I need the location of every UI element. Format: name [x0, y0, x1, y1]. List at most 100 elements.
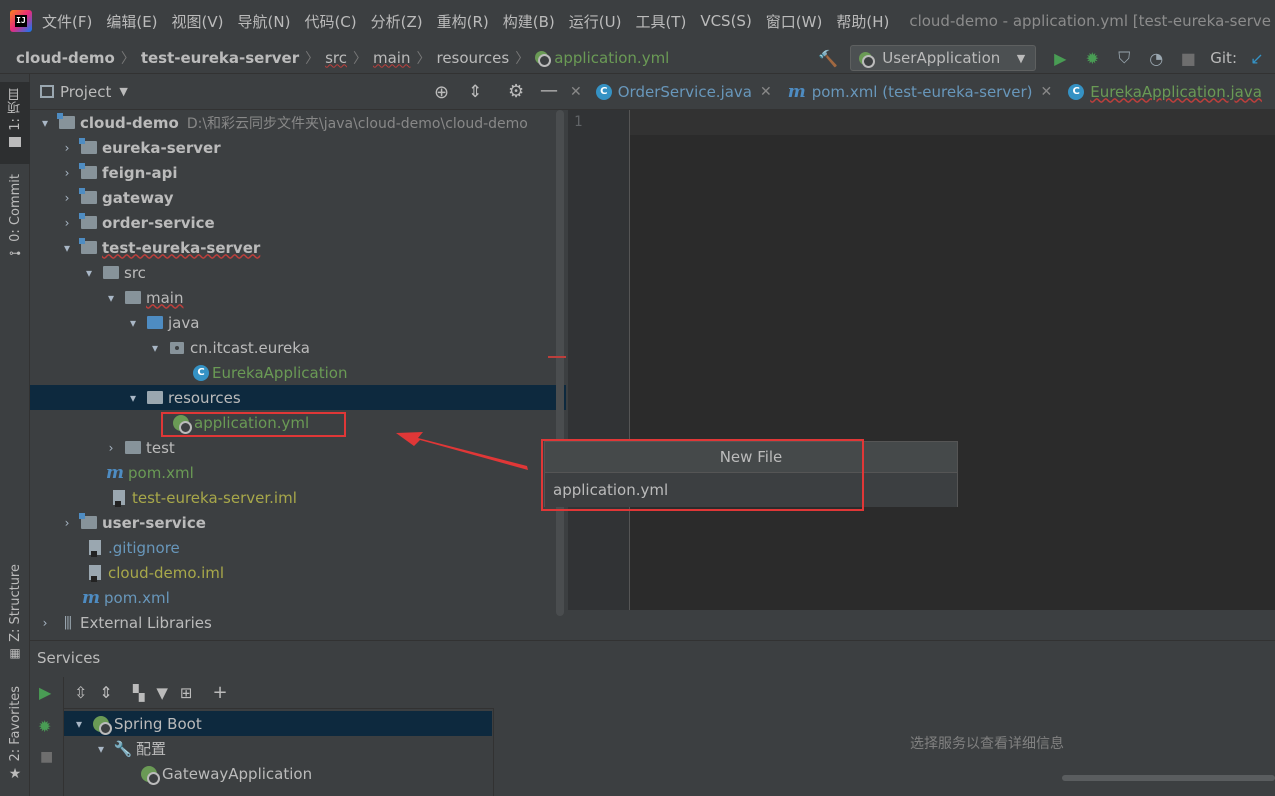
menu-refactor[interactable]: 重构(R) [437, 11, 489, 32]
services-row-gateway[interactable]: GatewayApplication [64, 761, 492, 786]
chevron-down-icon[interactable]: ▾ [82, 266, 96, 280]
tree-row-package[interactable]: ▾ cn.itcast.eureka [30, 335, 566, 360]
tab-pom-xml[interactable]: m pom.xml (test-eureka-server) ✕ [788, 82, 1052, 102]
profiler-icon[interactable]: ◔ [1146, 48, 1166, 68]
close-icon[interactable]: ✕ [1040, 84, 1052, 100]
add-service-icon[interactable]: + [212, 682, 227, 703]
tree-row-test-eureka-server[interactable]: ▾ test-eureka-server [30, 235, 566, 260]
project-panel-title[interactable]: Project [60, 83, 111, 101]
chevron-right-icon[interactable]: › [38, 616, 52, 630]
collapse-all-icon[interactable]: ⇕ [468, 82, 482, 102]
breadcrumb-src[interactable]: src [325, 49, 347, 67]
tab-order-service[interactable]: C OrderService.java ✕ [595, 83, 772, 101]
breadcrumb-project[interactable]: cloud-demo [16, 49, 115, 67]
run-icon[interactable]: ▶ [1050, 48, 1070, 68]
services-row-config[interactable]: ▾ 🔧 配置 [64, 736, 492, 761]
tree-row-module-iml[interactable]: test-eureka-server.iml [30, 485, 566, 510]
tree-row-cloud-demo[interactable]: ▾ cloud-demo D:\和彩云同步文件夹\java\cloud-demo… [30, 110, 566, 135]
close-icon[interactable]: ✕ [570, 84, 582, 100]
code-editor[interactable]: 1 [568, 110, 1275, 610]
tree-row-order-service[interactable]: › order-service [30, 210, 566, 235]
menu-window[interactable]: 窗口(W) [766, 11, 823, 32]
chevron-down-icon[interactable]: ▾ [126, 391, 140, 405]
locate-target-icon[interactable]: ⊕ [434, 82, 449, 103]
breadcrumb-file[interactable]: application.yml [554, 49, 669, 67]
favorites-tool-button[interactable]: 2: Favorites ★ [0, 686, 30, 782]
tree-row-main[interactable]: ▾ main [30, 285, 566, 310]
chevron-right-icon[interactable]: › [60, 216, 74, 230]
chevron-right-icon[interactable]: › [60, 166, 74, 180]
tree-row-test[interactable]: › test [30, 435, 566, 460]
run-configuration-select[interactable]: UserApplication ▼ [850, 45, 1037, 71]
chevron-down-icon[interactable]: ▼ [119, 85, 127, 98]
services-row-spring-boot[interactable]: ▾ Spring Boot [64, 711, 492, 736]
project-tool-button[interactable]: 1: 项目 [0, 82, 30, 164]
tree-row-feign-api[interactable]: › feign-api [30, 160, 566, 185]
git-update-arrow-icon[interactable]: ↙ [1247, 48, 1267, 68]
project-scrollbar[interactable] [556, 110, 564, 616]
collapse-all-icon[interactable]: ⇕ [99, 683, 112, 702]
tree-row-gateway[interactable]: › gateway [30, 185, 566, 210]
tree-row-root-pom[interactable]: m pom.xml [30, 585, 566, 610]
chevron-right-icon[interactable]: › [60, 191, 74, 205]
close-icon[interactable]: ✕ [760, 84, 772, 100]
tree-row-java[interactable]: ▾ java [30, 310, 566, 335]
chevron-down-icon[interactable]: ▾ [94, 742, 108, 756]
tree-row-external-libraries[interactable]: › ||| External Libraries [30, 610, 566, 635]
tab-eureka-application[interactable]: C EurekaApplication.java [1068, 83, 1262, 101]
group-by-icon[interactable]: ▚ [133, 684, 145, 702]
run-icon[interactable]: ▶ [39, 683, 51, 702]
menu-navigate[interactable]: 导航(N) [238, 11, 291, 32]
services-horizontal-scrollbar[interactable] [1062, 775, 1275, 781]
menu-edit[interactable]: 编辑(E) [106, 11, 157, 32]
chevron-down-icon[interactable]: ▾ [72, 717, 86, 731]
tree-row-resources[interactable]: ▾ resources [30, 385, 566, 410]
menu-build[interactable]: 构建(B) [503, 11, 555, 32]
expand-all-icon[interactable]: ⇳ [74, 683, 87, 702]
menu-file[interactable]: 文件(F) [42, 11, 92, 32]
stop-icon[interactable]: ■ [40, 749, 53, 765]
chevron-down-icon[interactable]: ▾ [148, 341, 162, 355]
chevron-right-icon[interactable]: › [60, 141, 74, 155]
tree-row-eureka-application[interactable]: C EurekaApplication [30, 360, 566, 385]
services-tree: ▾ Spring Boot ▾ 🔧 配置 GatewayApplication [64, 709, 494, 796]
tree-row-pom-xml[interactable]: m pom.xml [30, 460, 566, 485]
minimize-icon[interactable]: — [540, 80, 558, 101]
tree-label: java [168, 313, 200, 332]
chevron-down-icon[interactable]: ▾ [104, 291, 118, 305]
intellij-logo-icon[interactable]: IJ [10, 10, 32, 32]
chevron-right-icon[interactable]: › [60, 516, 74, 530]
chevron-down-icon[interactable]: ▾ [126, 316, 140, 330]
tree-row-project-iml[interactable]: cloud-demo.iml [30, 560, 566, 585]
debug-bug-icon[interactable]: ✹ [38, 717, 51, 736]
menu-vcs[interactable]: VCS(S) [700, 12, 751, 30]
menu-code[interactable]: 代码(C) [304, 11, 356, 32]
coverage-shield-icon[interactable]: ⛉ [1114, 48, 1134, 68]
debug-bug-icon[interactable]: ✹ [1082, 48, 1102, 68]
structure-tool-button[interactable]: Z: Structure ▦ [0, 564, 30, 660]
filter-icon[interactable]: ▼ [156, 684, 168, 702]
new-tab-icon[interactable]: ⊞ [180, 684, 193, 702]
commit-tool-button[interactable]: 0: Commit ⊶ [0, 174, 30, 260]
services-empty-state: 选择服务以查看详细信息 [910, 736, 1064, 752]
build-hammer-icon[interactable]: 🔨 [818, 48, 838, 68]
menu-tools[interactable]: 工具(T) [635, 11, 686, 32]
chevron-down-icon[interactable]: ▾ [60, 241, 74, 255]
menu-help[interactable]: 帮助(H) [836, 11, 889, 32]
tree-row-gitignore[interactable]: .gitignore [30, 535, 566, 560]
menu-view[interactable]: 视图(V) [172, 11, 224, 32]
chevron-down-icon[interactable]: ▾ [38, 116, 52, 130]
tree-row-src[interactable]: ▾ src [30, 260, 566, 285]
chevron-right-icon[interactable]: › [104, 441, 118, 455]
tree-row-user-service[interactable]: › user-service [30, 510, 566, 535]
chevron-right-icon: 〉 [416, 50, 431, 67]
menu-analyze[interactable]: 分析(Z) [371, 11, 423, 32]
stop-icon[interactable]: ■ [1178, 48, 1198, 68]
menu-run[interactable]: 运行(U) [569, 11, 622, 32]
breadcrumb-resources[interactable]: resources [436, 49, 509, 67]
breadcrumb-main[interactable]: main [373, 49, 410, 67]
tree-row-eureka-server[interactable]: › eureka-server [30, 135, 566, 160]
gear-icon[interactable]: ⚙ [508, 81, 524, 102]
module-folder-icon [79, 513, 98, 531]
breadcrumb-module[interactable]: test-eureka-server [141, 49, 299, 67]
